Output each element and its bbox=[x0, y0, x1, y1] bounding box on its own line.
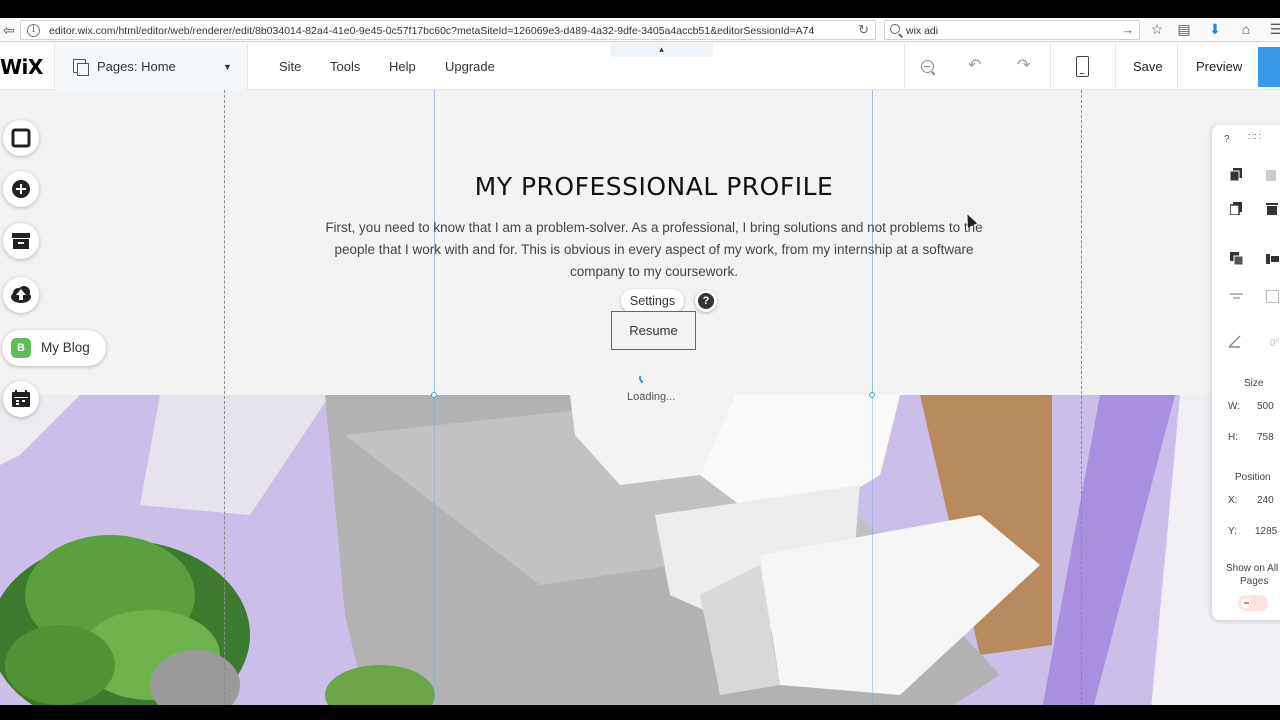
copy-icon[interactable] bbox=[1230, 168, 1243, 181]
publish-button[interactable] bbox=[1258, 47, 1280, 87]
url-text[interactable]: editor.wix.com/html/editor/web/renderer/… bbox=[49, 24, 845, 38]
editor-canvas[interactable]: MY PROFESSIONAL PROFILE First, you need … bbox=[0, 90, 1280, 720]
selection-guide-right-lower bbox=[872, 395, 873, 705]
add-element-button[interactable] bbox=[3, 171, 39, 207]
match-size-icon[interactable] bbox=[1266, 290, 1279, 303]
mobile-view-icon[interactable] bbox=[1076, 56, 1089, 77]
background-tool-button[interactable] bbox=[3, 120, 39, 156]
wix-logo[interactable]: WiX bbox=[0, 55, 48, 79]
editor-top-bar: WiX Pages: Home ▼ Site Tools Help Upgrad… bbox=[0, 43, 1280, 90]
blog-label: My Blog bbox=[41, 340, 90, 355]
width-input[interactable]: 500 bbox=[1257, 400, 1274, 413]
height-input[interactable]: 758 bbox=[1257, 431, 1274, 444]
divider bbox=[1050, 43, 1051, 90]
divider bbox=[904, 43, 905, 90]
menu-tools[interactable]: Tools bbox=[330, 59, 360, 75]
x-label: X: bbox=[1228, 495, 1238, 506]
align-icon[interactable] bbox=[1266, 252, 1279, 265]
show-all-pages-label: Show on All bbox=[1226, 563, 1279, 574]
size-label: Size bbox=[1244, 378, 1264, 389]
browser-toolbar: ⇦ i editor.wix.com/html/editor/web/rende… bbox=[0, 18, 1280, 42]
arrange-icon[interactable] bbox=[1230, 252, 1243, 265]
settings-button[interactable]: Settings bbox=[621, 289, 684, 313]
calendar-icon bbox=[12, 390, 30, 407]
background-photo[interactable] bbox=[0, 395, 1280, 720]
reload-icon[interactable]: ↻ bbox=[858, 22, 869, 38]
page-guide-right bbox=[1081, 90, 1082, 720]
collapse-toolbar-handle[interactable]: ▴ bbox=[610, 43, 713, 57]
pages-dropdown[interactable]: Pages: Home ▼ bbox=[54, 43, 248, 90]
zoom-out-icon[interactable] bbox=[921, 60, 934, 73]
y-input[interactable]: 1285 bbox=[1255, 525, 1277, 538]
my-blog-button[interactable]: B My Blog bbox=[2, 330, 106, 366]
drag-handle-icon[interactable]: ∷∷ bbox=[1248, 131, 1261, 144]
selection-handle[interactable] bbox=[869, 392, 875, 398]
y-label: Y: bbox=[1228, 526, 1237, 537]
resume-button[interactable]: Resume bbox=[611, 311, 696, 350]
plus-circle-icon bbox=[12, 180, 30, 198]
bookmark-star-icon[interactable]: ☆ bbox=[1147, 19, 1167, 39]
toggle-off-icon bbox=[1244, 602, 1249, 604]
page-guide-left bbox=[224, 90, 225, 720]
paste-icon[interactable] bbox=[1266, 168, 1279, 181]
rotate-icon[interactable] bbox=[1228, 335, 1241, 348]
show-all-pages-label-line2: Pages bbox=[1240, 576, 1269, 587]
search-icon bbox=[890, 24, 900, 34]
menu-help[interactable]: Help bbox=[389, 59, 416, 75]
blog-badge-icon: B bbox=[11, 338, 31, 358]
menu-icon[interactable]: ☰ bbox=[1266, 19, 1280, 39]
upload-media-button[interactable] bbox=[3, 277, 39, 313]
back-arrow-icon[interactable]: ⇦ bbox=[0, 20, 18, 40]
box-icon bbox=[12, 233, 30, 249]
square-icon bbox=[11, 128, 31, 148]
profile-paragraph[interactable]: First, you need to know that I am a prob… bbox=[318, 217, 990, 283]
cloud-upload-icon bbox=[11, 286, 31, 303]
selection-handle[interactable] bbox=[431, 392, 437, 398]
pages-icon bbox=[73, 59, 89, 76]
download-arrow-icon[interactable]: ⬇ bbox=[1205, 19, 1225, 39]
screen-bottom-strip bbox=[0, 705, 1280, 720]
wix-editor-window: ⇦ i editor.wix.com/html/editor/web/rende… bbox=[0, 0, 1280, 720]
panel-help-icon[interactable]: ? bbox=[1224, 133, 1230, 146]
page-title[interactable]: MY PROFESSIONAL PROFILE bbox=[380, 170, 928, 204]
address-bar[interactable]: i editor.wix.com/html/editor/web/rendere… bbox=[20, 20, 876, 40]
layout-tools-panel: ? ∷∷ 0° Size W: 500 H: 758 Position X: 2… bbox=[1212, 125, 1280, 620]
undo-icon[interactable]: ↶ bbox=[968, 57, 981, 75]
save-button[interactable]: Save bbox=[1133, 59, 1163, 75]
height-label: H: bbox=[1228, 432, 1238, 443]
browser-search-value[interactable]: wix adi bbox=[906, 24, 938, 38]
chevron-down-icon: ▼ bbox=[223, 62, 232, 72]
menu-site[interactable]: Site bbox=[279, 59, 301, 75]
divider bbox=[1177, 43, 1178, 90]
help-icon[interactable]: ? bbox=[695, 290, 717, 312]
menu-upgrade[interactable]: Upgrade bbox=[445, 59, 495, 75]
show-on-all-pages-toggle[interactable] bbox=[1238, 595, 1268, 611]
loading-label: Loading... bbox=[627, 391, 676, 403]
app-market-button[interactable] bbox=[3, 223, 39, 259]
position-label: Position bbox=[1235, 472, 1271, 483]
duplicate-icon[interactable] bbox=[1230, 202, 1243, 215]
x-input[interactable]: 240 bbox=[1257, 494, 1274, 507]
home-icon[interactable]: ⌂ bbox=[1236, 19, 1256, 39]
selection-guide-left-lower bbox=[434, 395, 435, 705]
width-label: W: bbox=[1228, 401, 1241, 412]
search-go-arrow-icon[interactable]: → bbox=[1121, 22, 1134, 38]
distribute-icon[interactable] bbox=[1230, 290, 1243, 303]
rotation-value[interactable]: 0° bbox=[1270, 337, 1280, 350]
bookings-button[interactable] bbox=[3, 381, 39, 417]
site-info-icon[interactable]: i bbox=[27, 24, 40, 37]
divider bbox=[1115, 43, 1116, 90]
library-icon[interactable]: ▤ bbox=[1174, 19, 1194, 39]
desk-photo-illustration bbox=[0, 395, 1280, 720]
pages-dropdown-label: Pages: Home bbox=[97, 59, 176, 74]
browser-search-bar[interactable]: wix adi → bbox=[884, 20, 1140, 40]
help-glyph: ? bbox=[702, 295, 710, 307]
preview-button[interactable]: Preview bbox=[1196, 59, 1242, 75]
screen-top-strip bbox=[0, 0, 1280, 18]
delete-icon[interactable] bbox=[1266, 202, 1279, 215]
redo-icon[interactable]: ↷ bbox=[1017, 57, 1030, 75]
